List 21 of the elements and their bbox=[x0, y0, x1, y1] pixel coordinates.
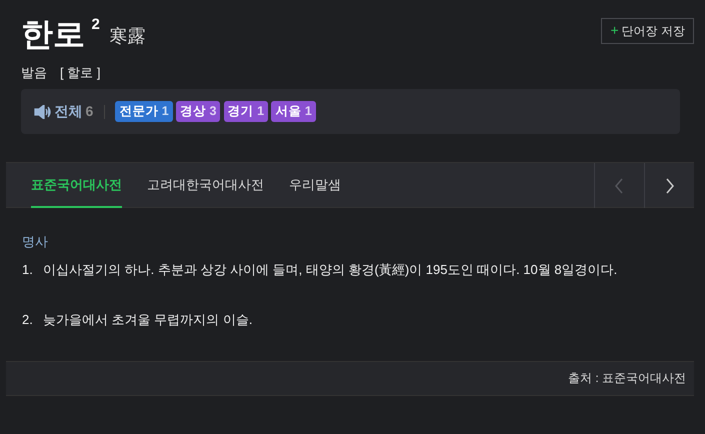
part-of-speech: 명사 bbox=[22, 233, 49, 251]
pronunciation-value: [ 할로 ] bbox=[60, 64, 100, 82]
headword: 한로 bbox=[21, 18, 85, 50]
play-all-button[interactable]: 전체 6 bbox=[34, 101, 94, 122]
sense-number: 2. bbox=[22, 311, 34, 329]
dictionary-tab[interactable]: 고려대한국어대사전 bbox=[147, 163, 264, 208]
accent-tag[interactable]: 전문가 1 bbox=[115, 101, 173, 122]
dictionary-tab[interactable]: 우리말샘 bbox=[289, 163, 341, 208]
homonym-number: 2 bbox=[92, 15, 100, 35]
hanja: 寒露 bbox=[110, 25, 146, 48]
accent-tag[interactable]: 경상 3 bbox=[176, 101, 220, 122]
definition-text: 이십사절기의 하나. 추분과 상강 사이에 들며, 태양의 황경(黃經)이 195도인 때이다. 10월 8일경이다. bbox=[43, 260, 618, 279]
definition-text: 늦가을에서 초겨울 무렵까지의 이슬. bbox=[43, 311, 252, 329]
speaker-icon bbox=[34, 104, 51, 118]
sense-number: 1. bbox=[22, 260, 34, 278]
accent-tag[interactable]: 서울 1 bbox=[271, 101, 316, 122]
dictionary-tab[interactable]: 표준국어대사전 bbox=[31, 163, 122, 208]
pronunciation-label: 발음 bbox=[21, 64, 47, 82]
source-text: 출처 : 표준국어대사전 bbox=[568, 370, 686, 387]
accent-tag[interactable]: 경기 1 bbox=[224, 101, 268, 122]
save-button[interactable]: + 단어장 저장 bbox=[601, 18, 694, 44]
